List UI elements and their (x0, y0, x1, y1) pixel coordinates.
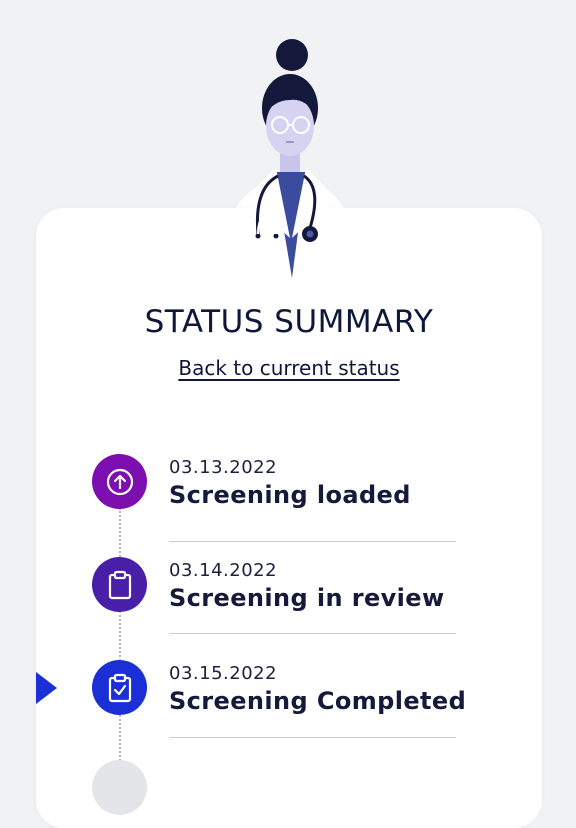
step-2-label: Screening in review (169, 584, 445, 612)
step-divider (169, 541, 456, 542)
step-4-badge (92, 760, 147, 815)
back-link-label[interactable]: Back to current status (178, 356, 399, 380)
current-step-marker (36, 672, 57, 704)
timeline-connector (119, 508, 121, 768)
page-title: STATUS SUMMARY (144, 304, 434, 340)
step-1-badge (92, 454, 147, 509)
step-divider (169, 737, 456, 738)
step-3-label: Screening Completed (169, 687, 467, 715)
step-2-badge (92, 557, 147, 612)
status-card (36, 208, 542, 828)
step-divider (169, 633, 456, 634)
step-1-date: 03.13.2022 (169, 457, 278, 478)
step-2-date: 03.14.2022 (169, 560, 278, 581)
upload-arrow-icon (106, 468, 133, 495)
step-3-badge (92, 660, 147, 715)
back-to-current-status-link[interactable]: Back to current status (36, 356, 542, 380)
step-1-label: Screening loaded (169, 481, 411, 509)
clipboard-icon (108, 570, 131, 599)
doctor-illustration (246, 39, 334, 278)
step-3-date: 03.15.2022 (169, 663, 278, 684)
clipboard-check-icon (108, 673, 131, 702)
